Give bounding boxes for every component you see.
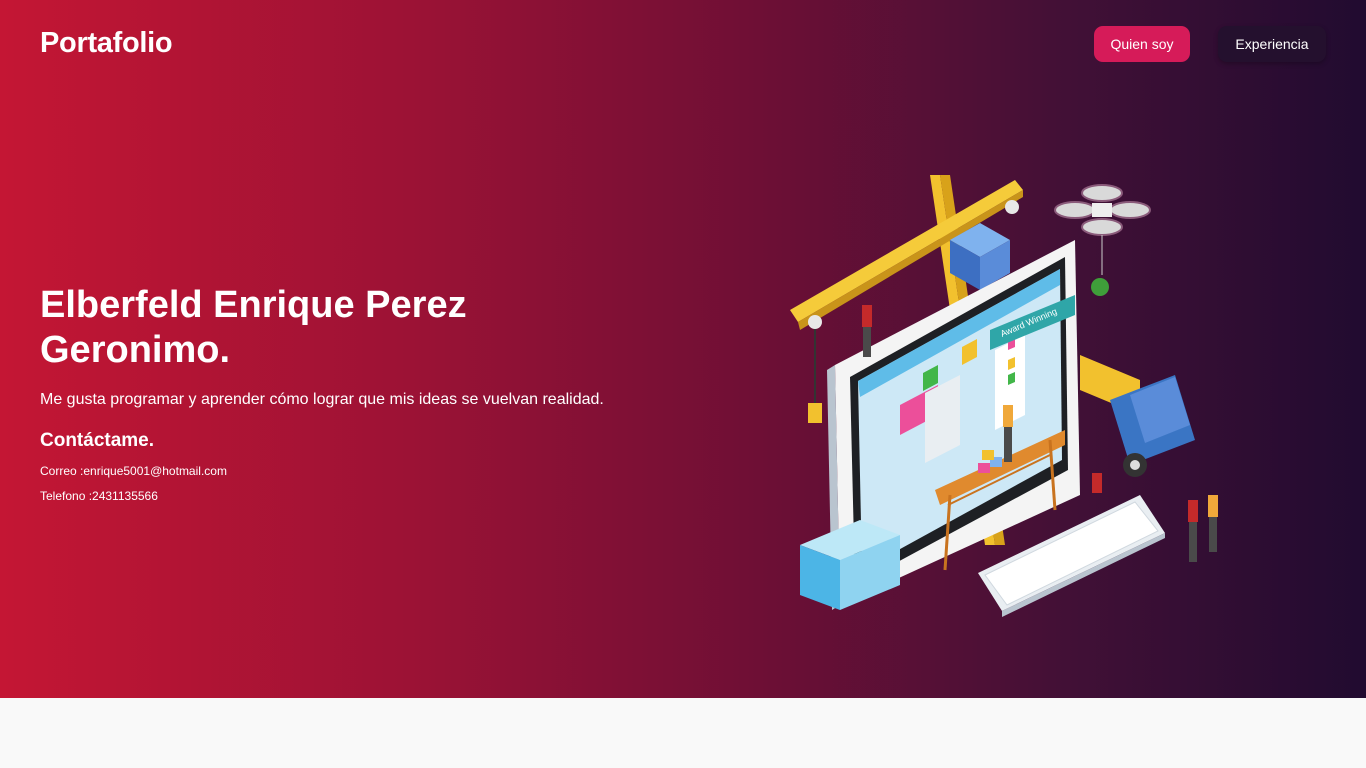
next-section-strip: [0, 698, 1366, 768]
hero-tagline: Me gusta programar y aprender cómo logra…: [40, 391, 604, 408]
nav-button-experiencia[interactable]: Experiencia: [1218, 26, 1326, 62]
contact-heading: Contáctame.: [40, 430, 155, 451]
hero-name: Elberfeld Enrique Perez Geronimo.: [40, 284, 467, 371]
nav-button-quien-soy[interactable]: Quien soy: [1094, 26, 1190, 62]
contact-phone: Telefono :2431135566: [40, 489, 158, 503]
stand-graphic: [800, 520, 900, 610]
site-logo[interactable]: Portafolio: [40, 27, 173, 60]
hero-section: Portafolio Quien soy Experiencia Elberfe…: [0, 0, 1366, 698]
contact-email: Correo :enrique5001@hotmail.com: [40, 464, 227, 478]
website-construction-illustration: Award Winning: [790, 175, 1218, 617]
truck-graphic: [1080, 355, 1195, 477]
